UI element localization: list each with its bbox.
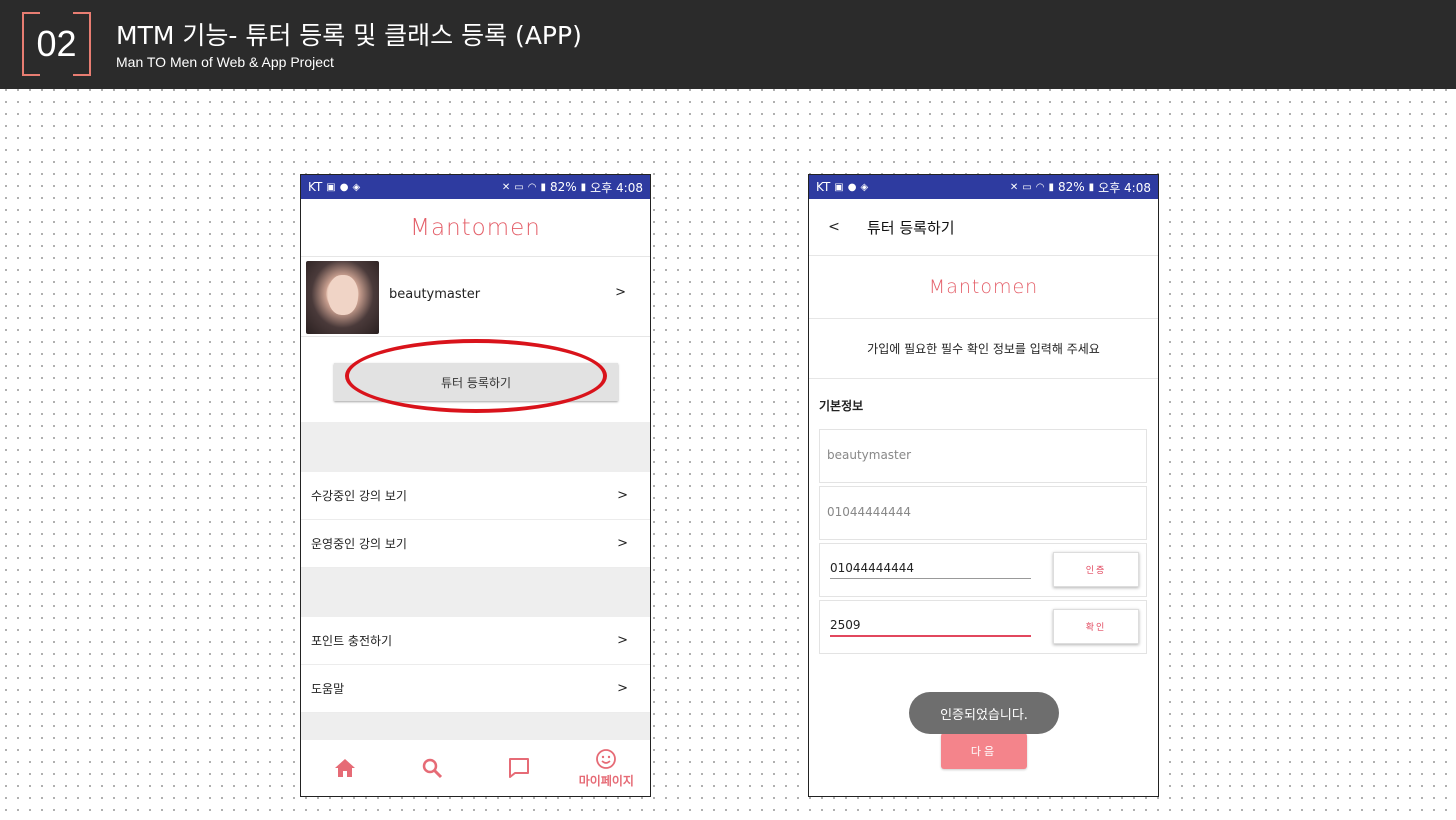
slide-number: 02 <box>36 23 77 64</box>
username-value: beautymaster <box>827 448 912 462</box>
signal-icon: ▮ <box>540 181 546 193</box>
home-icon <box>334 759 355 777</box>
section-label: 기본정보 <box>819 399 864 413</box>
logo-area: Mantomen <box>809 256 1158 319</box>
battery-level: 82% <box>1057 180 1085 194</box>
profile-username: beautymaster <box>389 287 481 302</box>
signal-icon: ▮ <box>1048 181 1054 193</box>
phone-input[interactable]: 01044444444 <box>830 561 1031 579</box>
clock: 오후 4:08 <box>1098 180 1151 195</box>
verification-code-input[interactable]: 2509 <box>830 618 1031 637</box>
instruction-text: 가입에 필요한 필수 확인 정보를 입력해 주세요 <box>809 319 1158 379</box>
logo-area: Mantomen <box>301 199 650 257</box>
nav-search[interactable] <box>392 757 472 779</box>
status-bar: KT ▣ ● ◈ ✕ ▭ ◠ ▮ 82% ▮ 오후 4:08 <box>809 175 1158 199</box>
username-field: beautymaster <box>819 429 1147 483</box>
nav-chat[interactable] <box>479 757 559 779</box>
mute-icon: ✕ <box>501 181 511 193</box>
battery-icon: ▮ <box>1088 181 1095 193</box>
confirm-button[interactable]: 확인 <box>1053 609 1139 644</box>
section-divider <box>301 713 650 743</box>
wifi-icon: ◠ <box>1035 181 1045 193</box>
hd-icon: ▭ <box>514 181 524 193</box>
status-bar: KT ▣ ● ◈ ✕ ▭ ◠ ▮ 82% ▮ 오후 4:08 <box>301 175 650 199</box>
wifi-icon: ◠ <box>527 181 537 193</box>
clock: 오후 4:08 <box>590 180 643 195</box>
battery-level: 82% <box>549 180 577 194</box>
next-button[interactable]: 다음 <box>941 733 1027 769</box>
menu-item-help[interactable]: 도움말 > <box>301 665 650 713</box>
tutor-register-area: 튜터 등록하기 <box>301 337 650 422</box>
slide-title: MTM 기능- 튜터 등록 및 클래스 등록 (APP) <box>116 21 582 50</box>
smiley-icon <box>596 748 617 769</box>
back-button[interactable]: < <box>809 219 859 235</box>
hd-icon: ▭ <box>1022 181 1032 193</box>
shield-icon: ◈ <box>352 181 361 193</box>
menu-item-enrolled-courses[interactable]: 수강중인 강의 보기 > <box>301 472 650 520</box>
tutor-register-button[interactable]: 튜터 등록하기 <box>334 363 618 401</box>
chat-icon: ● <box>339 181 349 193</box>
app-logo: Mantomen <box>928 276 1039 298</box>
nav-mypage[interactable]: 마이페이지 <box>566 748 646 789</box>
code-confirm-row: 2509 확인 <box>819 600 1147 654</box>
phone-verify-row: 01044444444 인증 <box>819 543 1147 597</box>
slide-header: 02 MTM 기능- 튜터 등록 및 클래스 등록 (APP) Man TO M… <box>0 0 1456 89</box>
menu-item-charge-points[interactable]: 포인트 충전하기 > <box>301 617 650 665</box>
nav-mypage-label: 마이페이지 <box>578 773 634 788</box>
mute-icon: ✕ <box>1009 181 1019 193</box>
profile-row[interactable]: beautymaster > <box>301 257 650 337</box>
slide-number-box: 02 <box>22 10 91 78</box>
section-divider <box>301 568 650 617</box>
phone-tutor-register-screen: KT ▣ ● ◈ ✕ ▭ ◠ ▮ 82% ▮ 오후 4:08 < 튜터 등록하기… <box>808 174 1159 797</box>
app-bar: < 튜터 등록하기 <box>809 199 1158 256</box>
chevron-right-icon: > <box>617 633 628 648</box>
section-divider <box>301 422 650 472</box>
gallery-icon: ▣ <box>326 181 336 193</box>
carrier-label: KT <box>816 180 831 194</box>
menu-item-label: 도움말 <box>311 682 345 696</box>
chat-bubble-icon <box>509 758 530 778</box>
avatar-face <box>328 275 358 315</box>
avatar <box>306 261 379 334</box>
search-icon <box>422 758 442 779</box>
menu-item-label: 포인트 충전하기 <box>311 634 393 648</box>
phone-readonly-field: 01044444444 <box>819 486 1147 540</box>
bottom-navigation: 마이페이지 <box>301 740 650 796</box>
chevron-right-icon: > <box>617 536 628 551</box>
verify-button[interactable]: 인증 <box>1053 552 1139 587</box>
battery-icon: ▮ <box>580 181 587 193</box>
chevron-right-icon: > <box>617 681 628 696</box>
slide-subtitle: Man TO Men of Web & App Project <box>116 54 334 70</box>
toast-message: 인증되었습니다. <box>909 692 1059 734</box>
chat-icon: ● <box>847 181 857 193</box>
menu-item-label: 운영중인 강의 보기 <box>311 537 407 551</box>
chevron-right-icon: > <box>615 285 626 300</box>
page-title: 튜터 등록하기 <box>867 218 955 237</box>
nav-home[interactable] <box>305 758 385 778</box>
chevron-right-icon: > <box>617 488 628 503</box>
phone-mypage-screen: KT ▣ ● ◈ ✕ ▭ ◠ ▮ 82% ▮ 오후 4:08 Mantomen … <box>300 174 651 797</box>
shield-icon: ◈ <box>860 181 869 193</box>
app-logo: Mantomen <box>410 214 541 241</box>
carrier-label: KT <box>308 180 323 194</box>
phone-readonly-value: 01044444444 <box>827 505 911 519</box>
menu-item-operating-courses[interactable]: 운영중인 강의 보기 > <box>301 520 650 568</box>
gallery-icon: ▣ <box>834 181 844 193</box>
menu-item-label: 수강중인 강의 보기 <box>311 489 407 503</box>
